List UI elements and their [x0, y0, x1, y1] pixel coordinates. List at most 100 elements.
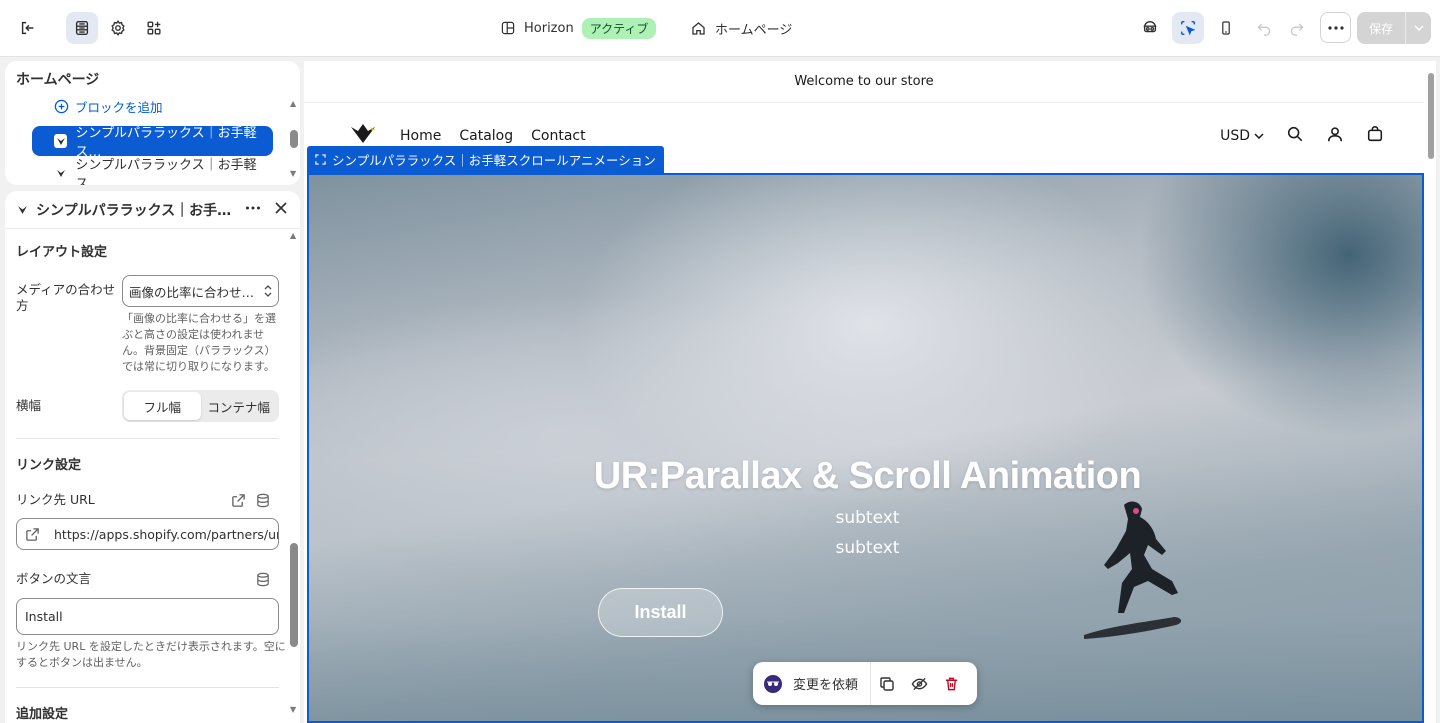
hero-install-button[interactable]: Install	[598, 588, 723, 637]
currency-value: USD	[1220, 128, 1250, 144]
save-button[interactable]: 保存	[1357, 12, 1405, 44]
link-url-field[interactable]: https://apps.shopify.com/partners/un	[16, 518, 279, 550]
button-text-help: リンク先 URL を設定したときだけ表示されます。空にするとボタンは出ません。	[16, 640, 286, 669]
block-icon	[54, 134, 68, 148]
ai-assistant-icon	[764, 674, 782, 693]
select-arrows-icon	[264, 285, 272, 297]
editor-topbar: Horizon アクティブ ホームページ 保存	[0, 0, 1440, 57]
chevron-down-icon	[1413, 25, 1424, 31]
currency-selector[interactable]: USD	[1220, 128, 1264, 144]
layout-icon	[501, 21, 515, 35]
search-icon[interactable]	[1286, 125, 1304, 147]
apps-icon[interactable]	[138, 12, 170, 44]
divider	[16, 438, 279, 439]
sections-icon[interactable]	[66, 12, 98, 44]
more-icon	[1327, 25, 1344, 30]
panel-title: ホームページ	[16, 72, 100, 88]
dynamic-source-icon[interactable]	[256, 493, 270, 512]
layout-section-title: レイアウト設定	[16, 245, 108, 260]
request-change-label: 変更を依頼	[793, 678, 859, 693]
link-icon	[25, 527, 40, 542]
extra-section-title: 追加設定	[16, 707, 69, 722]
sections-panel: ホームページ ブロックを追加 シンプルパララックス｜お手軽ス… シンプルパララッ…	[5, 61, 300, 185]
link-url-label: リンク先 URL	[16, 492, 95, 507]
settings-title: シンプルパララックス｜お手…	[36, 202, 232, 219]
sections-scrollbar[interactable]: ▲ ▼	[290, 97, 298, 181]
redo-icon[interactable]	[1281, 12, 1313, 44]
announcement-text: Welcome to our store	[794, 74, 934, 89]
main-nav: Home Catalog Contact	[400, 128, 586, 144]
settings-panel: シンプルパララックス｜お手… レイアウト設定 メディアの合わせ方 画像の比率に合…	[5, 191, 300, 723]
button-text-label: ボタンの文言	[16, 571, 92, 586]
page-name: ホームページ	[715, 22, 793, 38]
more-icon[interactable]	[245, 200, 261, 220]
preview-scrollbar[interactable]	[1428, 73, 1434, 159]
close-icon[interactable]	[273, 200, 289, 220]
block-icon	[18, 205, 27, 214]
delete-icon[interactable]	[935, 676, 967, 692]
scroll-thumb[interactable]	[290, 130, 298, 148]
hero-subtext: subtext	[835, 508, 900, 528]
mobile-preview-icon[interactable]	[1210, 12, 1242, 44]
gear-icon[interactable]	[102, 12, 134, 44]
button-text-field[interactable]: Install	[16, 598, 279, 635]
section-item-selected[interactable]: シンプルパララックス｜お手軽ス…	[32, 126, 273, 160]
scroll-down-icon: ▼	[290, 705, 297, 714]
hide-icon[interactable]	[903, 676, 935, 692]
media-fit-value: 画像の比率に合わせ…	[129, 284, 255, 300]
floating-toolbar: 変更を依頼	[753, 662, 977, 705]
link-section-title: リンク設定	[16, 458, 82, 473]
exit-icon[interactable]	[12, 12, 44, 44]
theme-info[interactable]: Horizon アクティブ	[500, 0, 657, 56]
inspector-icon[interactable]	[1172, 12, 1204, 44]
width-option-container[interactable]: コンテナ幅	[201, 392, 278, 420]
external-link-icon[interactable]	[231, 493, 246, 512]
section-select-icon	[315, 154, 326, 165]
selected-section-label: シンプルパララックス｜お手軽スクロールアニメーション	[332, 153, 656, 168]
media-fit-help: 「画像の比率に合わせる」を選ぶと高さの設定は使われません。背景固定（パララックス…	[122, 312, 276, 373]
hero-title: UR:Parallax & Scroll Animation	[593, 455, 1142, 497]
scroll-thumb[interactable]	[290, 543, 298, 647]
section-item[interactable]: シンプルパララックス｜お手軽ス…	[32, 158, 273, 185]
link-url-value: https://apps.shopify.com/partners/un	[54, 526, 279, 542]
request-change-button[interactable]: 変更を依頼	[753, 662, 871, 705]
ai-assistant-icon[interactable]	[1134, 12, 1166, 44]
home-icon	[692, 21, 705, 35]
duplicate-icon[interactable]	[871, 676, 903, 692]
account-icon[interactable]	[1326, 125, 1344, 147]
selected-section-tag[interactable]: シンプルパララックス｜お手軽スクロールアニメーション	[307, 146, 664, 173]
more-options-button[interactable]	[1320, 12, 1351, 43]
add-block-button[interactable]: ブロックを追加	[54, 97, 163, 116]
status-badge: アクティブ	[581, 17, 657, 39]
cart-icon[interactable]	[1366, 125, 1384, 147]
width-segmented-control: フル幅 コンテナ幅	[122, 390, 279, 422]
button-text-value: Install	[25, 609, 63, 624]
header-actions: USD	[1220, 125, 1384, 147]
nav-item-catalog[interactable]: Catalog	[459, 128, 513, 144]
theme-name: Horizon	[524, 20, 574, 36]
parallax-hero[interactable]: UR:Parallax & Scroll Animation subtext s…	[307, 173, 1424, 723]
width-label: 横幅	[16, 398, 42, 413]
width-option-full[interactable]: フル幅	[124, 392, 201, 420]
hero-subtext: subtext	[835, 538, 900, 558]
undo-icon[interactable]	[1248, 12, 1280, 44]
chevron-down-icon	[1254, 133, 1264, 139]
media-fit-select[interactable]: 画像の比率に合わせ…	[122, 275, 279, 307]
nav-item-home[interactable]: Home	[400, 128, 441, 144]
scroll-down-icon: ▼	[290, 169, 297, 178]
dynamic-source-icon[interactable]	[256, 572, 270, 591]
scroll-up-icon: ▲	[290, 231, 297, 240]
plus-circle-icon	[54, 99, 69, 114]
announcement-bar: Welcome to our store	[304, 61, 1424, 103]
nav-item-contact[interactable]: Contact	[531, 128, 585, 144]
divider	[16, 687, 279, 688]
save-options-button[interactable]	[1405, 12, 1431, 44]
add-block-label: ブロックを追加	[75, 100, 163, 115]
store-preview: Welcome to our store Home Catalog Contac…	[304, 61, 1436, 723]
scroll-up-icon: ▲	[290, 99, 297, 108]
save-group: 保存	[1357, 12, 1431, 44]
settings-scrollbar[interactable]: ▲ ▼	[290, 231, 298, 717]
section-item-label: シンプルパララックス｜お手軽ス…	[75, 158, 257, 185]
settings-header: シンプルパララックス｜お手…	[5, 191, 300, 229]
page-selector[interactable]: ホームページ	[690, 0, 792, 56]
